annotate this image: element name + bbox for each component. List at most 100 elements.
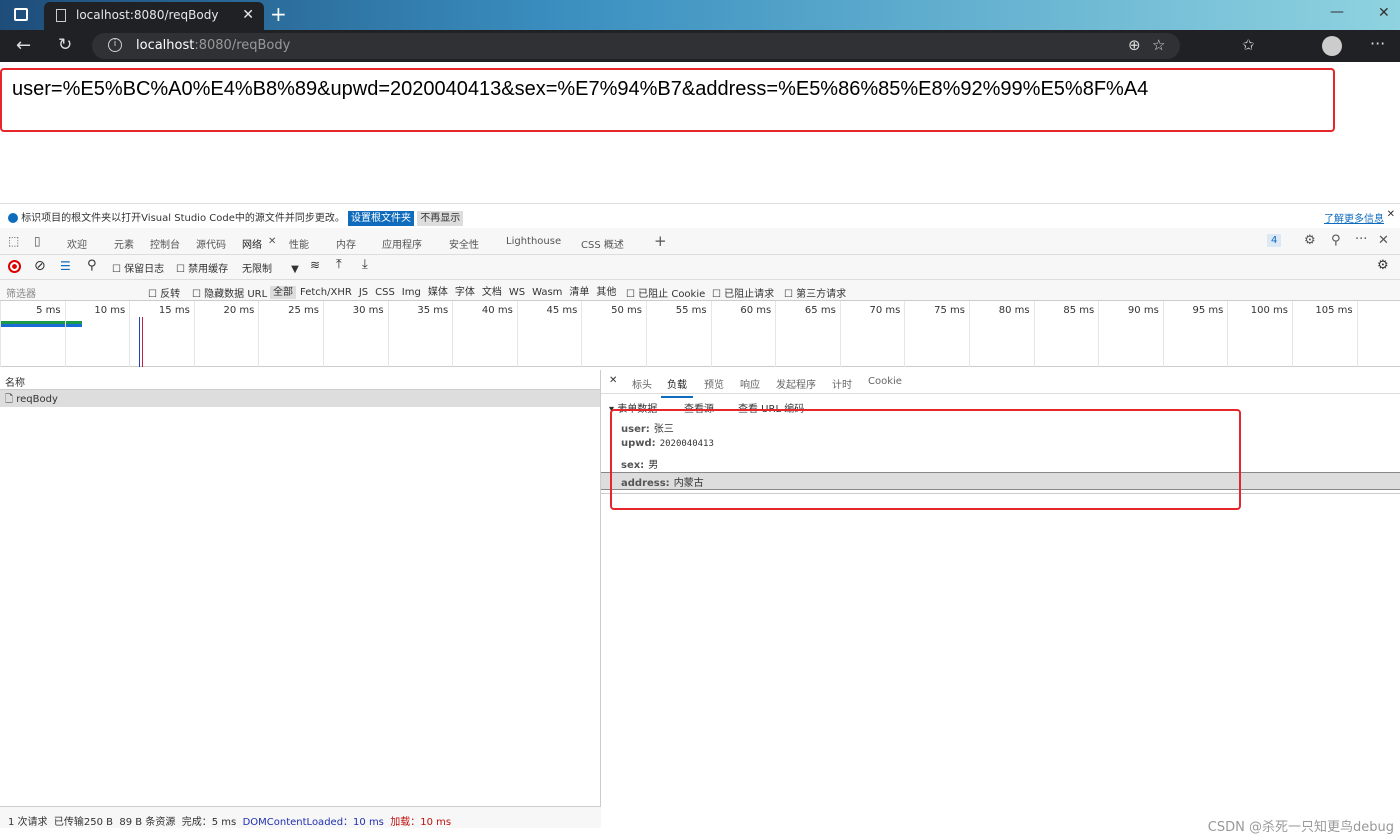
device-icon[interactable]: ▯ xyxy=(34,234,41,248)
filter-input[interactable]: 筛选器 xyxy=(6,285,36,300)
timeline-tick: 55 ms xyxy=(646,301,711,367)
tab-application[interactable]: 应用程序 xyxy=(382,236,422,251)
tab-timing[interactable]: 计时 xyxy=(832,376,852,391)
request-row[interactable]: 🗋 reqBody xyxy=(0,390,600,407)
browser-tab[interactable]: localhost:8080/reqBody ✕ xyxy=(44,2,264,30)
info-icon[interactable]: i xyxy=(108,38,122,52)
clear-icon[interactable]: ⊘ xyxy=(34,258,46,274)
refresh-icon[interactable]: ↻ xyxy=(58,35,72,55)
tab-css-overview[interactable]: CSS 概述 xyxy=(581,236,624,251)
tab-headers[interactable]: 标头 xyxy=(632,376,652,391)
inspect-icon[interactable]: ⬚ xyxy=(8,234,19,248)
tab-memory[interactable]: 内存 xyxy=(336,236,356,251)
url-path: :8080/reqBody xyxy=(194,38,291,53)
filter-type-7[interactable]: 文档 xyxy=(479,286,505,299)
sidebar-icon[interactable] xyxy=(14,8,28,21)
filter-type-10[interactable]: 清单 xyxy=(566,286,592,299)
tab-payload[interactable]: 负载 xyxy=(661,376,693,398)
new-tab-icon[interactable]: + xyxy=(270,2,287,26)
close-devtools-icon[interactable]: ✕ xyxy=(1378,233,1389,248)
close-detail-icon[interactable]: ✕ xyxy=(609,375,617,386)
back-icon[interactable]: ← xyxy=(16,35,31,56)
blocked-requests-checkbox[interactable]: ☐ 已阻止请求 xyxy=(712,285,774,300)
tick-label: 105 ms xyxy=(1315,305,1353,316)
settings-icon[interactable]: ⚙ xyxy=(1304,233,1316,248)
timeline-tick: 105 ms xyxy=(1292,301,1357,367)
filter-type-5[interactable]: 媒体 xyxy=(425,286,451,299)
filter-type-8[interactable]: WS xyxy=(506,286,528,299)
browser-tab-bar: localhost:8080/reqBody ✕ + — ✕ xyxy=(0,0,1400,30)
close-tab-icon[interactable]: ✕ xyxy=(242,7,254,23)
import-har-icon[interactable]: ⤒ xyxy=(336,257,342,272)
tab-console[interactable]: 控制台 xyxy=(150,236,180,251)
tab-initiator[interactable]: 发起程序 xyxy=(776,376,816,391)
filter-type-6[interactable]: 字体 xyxy=(452,286,478,299)
network-conditions-icon[interactable]: ≋ xyxy=(310,258,320,272)
dont-show-button[interactable]: 不再显示 xyxy=(417,211,464,226)
issues-badge[interactable]: 4 xyxy=(1267,234,1282,247)
network-settings-icon[interactable]: ⚙ xyxy=(1377,258,1389,273)
url-input[interactable]: i localhost:8080/reqBody xyxy=(92,33,1180,59)
more-icon[interactable]: ··· xyxy=(1370,34,1385,53)
filter-type-4[interactable]: Img xyxy=(399,286,424,299)
filter-type-0[interactable]: 全部 xyxy=(270,286,296,299)
filter-type-11[interactable]: 其他 xyxy=(593,286,619,299)
tab-welcome[interactable]: 欢迎 xyxy=(67,236,87,251)
status-bar: 1 次请求 已传输250 B 89 B 条资源 完成：5 ms DOMConte… xyxy=(0,806,601,828)
tick-label: 95 ms xyxy=(1192,305,1224,316)
filter-type-2[interactable]: JS xyxy=(356,286,371,299)
preserve-log-checkbox[interactable]: ☐ 保留日志 xyxy=(112,260,164,275)
close-network-tab-icon[interactable]: ✕ xyxy=(268,236,276,247)
timeline-tick: 30 ms xyxy=(323,301,388,367)
tab-elements[interactable]: 元素 xyxy=(114,236,134,251)
info-message: 标识项目的根文件夹以打开Visual Studio Code中的源文件并同步更改… xyxy=(21,213,345,224)
name-column-header[interactable]: 名称 xyxy=(0,370,600,390)
detail-tabs: ✕ 标头 负载 预览 响应 发起程序 计时 Cookie xyxy=(601,370,1400,398)
favorite-icon[interactable]: ☆ xyxy=(1152,36,1165,54)
hide-data-urls-checkbox[interactable]: ☐ 隐藏数据 URL xyxy=(192,285,267,300)
document-icon: 🗋 xyxy=(5,394,14,405)
filter-type-1[interactable]: Fetch/XHR xyxy=(297,286,355,299)
request-name: reqBody xyxy=(16,394,58,405)
learn-more-link[interactable]: 了解更多信息 xyxy=(1324,210,1384,225)
tick-label: 75 ms xyxy=(934,305,965,316)
tick-label: 70 ms xyxy=(869,305,901,316)
invert-checkbox[interactable]: ☐ 反转 xyxy=(148,285,180,300)
filter-icon[interactable]: ☰ xyxy=(60,259,71,273)
disable-cache-checkbox[interactable]: ☐ 禁用缓存 xyxy=(176,260,228,275)
tick-label: 5 ms xyxy=(36,305,61,316)
filter-type-3[interactable]: CSS xyxy=(372,286,398,299)
highlight-box xyxy=(610,409,1241,510)
transferred: 已传输250 B xyxy=(53,817,114,828)
search-icon[interactable]: ⚲ xyxy=(87,258,97,273)
blocked-requests-label: 已阻止请求 xyxy=(724,289,775,300)
feedback-icon[interactable]: ⚲ xyxy=(1331,233,1341,248)
filter-row: 筛选器 ☐ 反转 ☐ 隐藏数据 URL 全部 Fetch/XHR JS CSS Img 媒… xyxy=(0,280,1400,301)
add-tab-icon[interactable]: + xyxy=(654,232,667,250)
tab-performance[interactable]: 性能 xyxy=(289,236,309,251)
tab-lighthouse[interactable]: Lighthouse xyxy=(506,236,561,247)
tab-cookies[interactable]: Cookie xyxy=(868,376,902,387)
tab-preview[interactable]: 预览 xyxy=(704,376,724,391)
third-party-checkbox[interactable]: ☐ 第三方请求 xyxy=(784,285,846,300)
blocked-cookies-checkbox[interactable]: ☐ 已阻止 Cookie xyxy=(626,285,705,300)
throttling-value: 无限制 xyxy=(242,264,272,275)
dcl-time: DOMContentLoaded：10 ms xyxy=(242,817,384,828)
more-options-icon[interactable]: ··· xyxy=(1355,232,1367,247)
tick-label: 50 ms xyxy=(611,305,642,316)
zoom-icon[interactable]: ⊕ xyxy=(1128,36,1141,54)
record-icon[interactable] xyxy=(8,260,21,273)
tab-sources[interactable]: 源代码 xyxy=(196,236,226,251)
minimize-icon[interactable]: — xyxy=(1330,4,1344,20)
filter-type-9[interactable]: Wasm xyxy=(529,286,565,299)
favorites-icon[interactable]: ✩ xyxy=(1242,36,1255,54)
close-window-icon[interactable]: ✕ xyxy=(1378,5,1390,21)
tab-security[interactable]: 安全性 xyxy=(449,236,479,251)
network-timeline[interactable]: 5 ms 10 ms 15 ms 20 ms 25 ms 30 ms 35 ms 40 ms 4… xyxy=(0,301,1400,367)
set-root-button[interactable]: 设置根文件夹 xyxy=(348,211,415,226)
throttling-select[interactable]: 无限制 ▼ xyxy=(242,260,299,275)
tab-response[interactable]: 响应 xyxy=(740,376,760,391)
avatar[interactable] xyxy=(1322,36,1342,56)
close-infobar-icon[interactable]: ✕ xyxy=(1387,209,1395,220)
export-har-icon[interactable]: ⤓ xyxy=(362,257,368,272)
